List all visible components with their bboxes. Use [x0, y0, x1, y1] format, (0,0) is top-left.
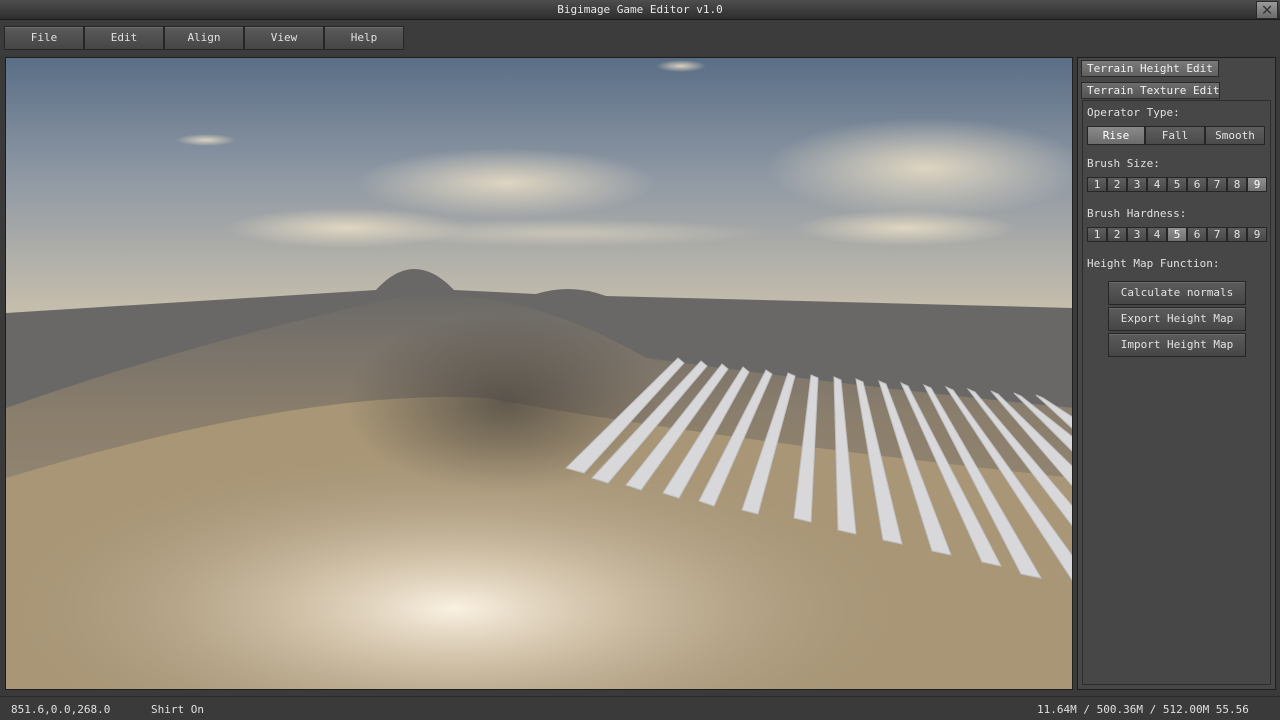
menu-align[interactable]: Align — [164, 26, 244, 50]
brush-hardness-option[interactable]: 3 — [1127, 227, 1147, 242]
operator-rise-button[interactable]: Rise — [1087, 126, 1145, 145]
menu-file[interactable]: File — [4, 26, 84, 50]
menu-help[interactable]: Help — [324, 26, 404, 50]
tool-panel: Terrain Height Edit Terrain Texture Edit… — [1077, 57, 1276, 690]
operator-fall-button[interactable]: Fall — [1145, 126, 1205, 145]
brush-hardness-option[interactable]: 4 — [1147, 227, 1167, 242]
operator-type-group: Rise Fall Smooth — [1087, 126, 1265, 145]
brush-hardness-selector: 1 2 3 4 5 6 7 8 9 — [1087, 227, 1267, 242]
terrain-height-pane: Operator Type: Rise Fall Smooth Brush Si… — [1082, 100, 1271, 685]
brush-size-label: Brush Size: — [1087, 157, 1160, 170]
close-button[interactable]: ✕ — [1256, 1, 1278, 19]
status-bar: 851.6,0.0,268.0 Shirt On 11.64M / 500.36… — [0, 696, 1280, 720]
window-title: Bigimage Game Editor v1.0 — [557, 3, 723, 16]
brush-size-option[interactable]: 1 — [1087, 177, 1107, 192]
brush-hardness-option[interactable]: 1 — [1087, 227, 1107, 242]
operator-smooth-button[interactable]: Smooth — [1205, 126, 1265, 145]
brush-size-option-selected[interactable]: 9 — [1247, 177, 1267, 192]
close-icon: ✕ — [1261, 0, 1273, 20]
brush-size-option[interactable]: 8 — [1227, 177, 1247, 192]
menu-view[interactable]: View — [244, 26, 324, 50]
calculate-normals-button[interactable]: Calculate normals — [1108, 281, 1246, 305]
export-height-map-button[interactable]: Export Height Map — [1108, 307, 1246, 331]
operator-type-label: Operator Type: — [1087, 106, 1180, 119]
height-map-function-label: Height Map Function: — [1087, 257, 1220, 270]
status-mode: Shirt On — [151, 703, 204, 716]
menu-edit[interactable]: Edit — [84, 26, 164, 50]
3d-viewport[interactable] — [5, 57, 1073, 690]
brush-hardness-option[interactable]: 8 — [1227, 227, 1247, 242]
brush-size-option[interactable]: 6 — [1187, 177, 1207, 192]
brush-hardness-option[interactable]: 6 — [1187, 227, 1207, 242]
brush-size-option[interactable]: 4 — [1147, 177, 1167, 192]
brush-size-option[interactable]: 2 — [1107, 177, 1127, 192]
brush-hardness-label: Brush Hardness: — [1087, 207, 1187, 220]
terrain-scene — [6, 58, 1072, 689]
tab-terrain-height-edit[interactable]: Terrain Height Edit — [1081, 60, 1219, 77]
brush-size-option[interactable]: 3 — [1127, 177, 1147, 192]
memory-stats: 11.64M / 500.36M / 512.00M 55.56 — [1037, 703, 1249, 716]
tab-terrain-texture-edit[interactable]: Terrain Texture Edit — [1081, 82, 1220, 99]
brush-hardness-option[interactable]: 9 — [1247, 227, 1267, 242]
menu-bar: File Edit Align View Help — [0, 20, 1280, 55]
brush-size-option[interactable]: 7 — [1207, 177, 1227, 192]
brush-size-option[interactable]: 5 — [1167, 177, 1187, 192]
brush-hardness-option[interactable]: 2 — [1107, 227, 1127, 242]
brush-hardness-option[interactable]: 7 — [1207, 227, 1227, 242]
cursor-coordinates: 851.6,0.0,268.0 — [11, 703, 111, 716]
brush-hardness-option-selected[interactable]: 5 — [1167, 227, 1187, 242]
title-bar: Bigimage Game Editor v1.0 ✕ — [0, 0, 1280, 20]
brush-size-selector: 1 2 3 4 5 6 7 8 9 — [1087, 177, 1267, 192]
import-height-map-button[interactable]: Import Height Map — [1108, 333, 1246, 357]
